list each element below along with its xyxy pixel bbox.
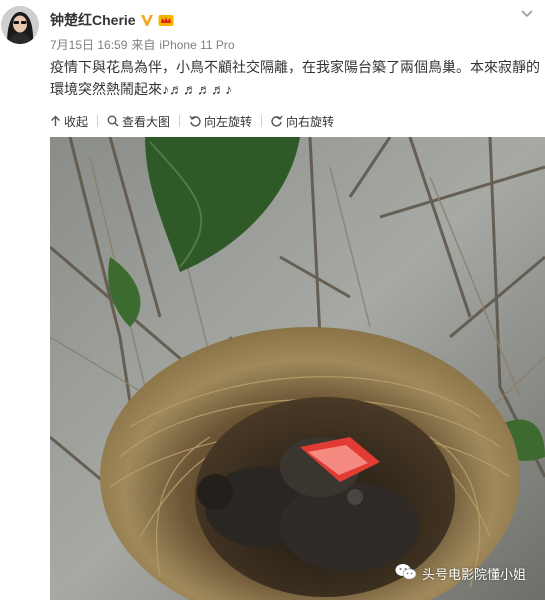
watermark-text: 头号电影院懂小姐 bbox=[422, 567, 527, 582]
image-toolbar: 收起 查看大图 向左旋转 向右旋转 bbox=[50, 111, 334, 131]
wechat-icon bbox=[395, 563, 417, 584]
verified-v-icon bbox=[140, 13, 154, 27]
toolbar-divider bbox=[97, 115, 99, 127]
rotate-right-label: 向右旋转 bbox=[286, 114, 335, 129]
member-crown-icon bbox=[158, 13, 174, 27]
post-date[interactable]: 7月15日 16:59 bbox=[50, 38, 127, 52]
collapse-button[interactable]: 收起 bbox=[50, 113, 88, 130]
source-prefix: 来自 bbox=[131, 38, 156, 52]
more-options-button[interactable] bbox=[519, 6, 535, 22]
rotate-right-button[interactable]: 向右旋转 bbox=[271, 113, 334, 130]
source-device[interactable]: iPhone 11 Pro bbox=[159, 38, 234, 52]
watermark: 头号电影院懂小姐 bbox=[395, 563, 526, 584]
collapse-label: 收起 bbox=[64, 114, 89, 129]
post-photo[interactable] bbox=[50, 137, 545, 600]
chevron-down-icon bbox=[521, 5, 533, 23]
view-large-button[interactable]: 查看大图 bbox=[107, 113, 170, 130]
magnifier-icon bbox=[107, 115, 119, 127]
rotate-left-button[interactable]: 向左旋转 bbox=[189, 113, 252, 130]
rotate-left-icon bbox=[189, 115, 201, 127]
post-text: 疫情下與花鳥為伴，小鳥不顧社交隔離，在我家陽台築了兩個鳥巢。本來寂靜的環境突然熱… bbox=[50, 59, 540, 97]
rotate-right-icon bbox=[271, 115, 283, 127]
toolbar-divider bbox=[261, 115, 263, 127]
rotate-left-label: 向左旋转 bbox=[204, 114, 253, 129]
collapse-arrow-icon bbox=[50, 115, 61, 127]
avatar[interactable] bbox=[1, 6, 39, 44]
toolbar-divider bbox=[179, 115, 181, 127]
post-header: 钟楚红Cherie bbox=[50, 11, 174, 29]
username[interactable]: 钟楚红Cherie bbox=[50, 10, 136, 30]
view-large-label: 查看大图 bbox=[122, 114, 171, 129]
post-meta: 7月15日 16:59 来自 iPhone 11 Pro bbox=[50, 36, 239, 53]
